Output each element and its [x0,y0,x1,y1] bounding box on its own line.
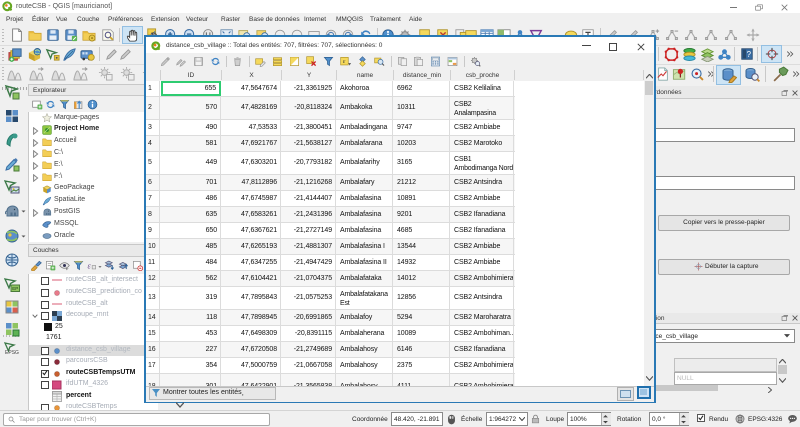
svg-text:EP: EP [12,286,18,291]
svg-text:?: ? [747,50,752,59]
svg-text:EPSG: EPSG [5,350,19,356]
svg-text:ε: ε [87,261,91,270]
